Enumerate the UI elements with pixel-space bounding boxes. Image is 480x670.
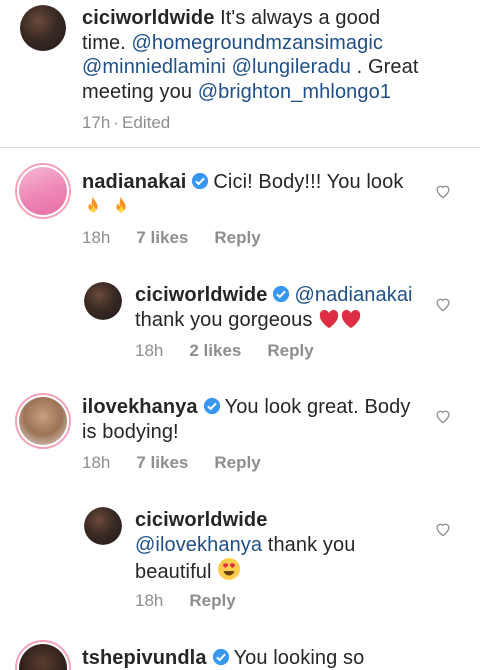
avatar[interactable] <box>84 282 122 320</box>
comment-username[interactable]: tshepivundla <box>82 647 207 669</box>
timestamp: 18h <box>135 591 164 610</box>
comment-text: ciciworldwide @nadianakai thank you gorge… <box>135 283 425 335</box>
mention-link[interactable]: @brighton_mhlongo1 <box>198 81 391 103</box>
comment-meta: 18h 7 likes Reply <box>82 453 287 473</box>
post-caption: ciciworldwide It's always a good time. @… <box>0 0 480 147</box>
comment-meta: 18h 7 likes Reply <box>82 228 287 248</box>
avatar[interactable] <box>15 640 71 670</box>
red-heart-emoji-icon <box>318 309 340 336</box>
mention-link[interactable]: @minniedlamini <box>82 56 226 78</box>
likes-count[interactable]: 2 likes <box>189 341 241 360</box>
caption-meta: 17h · Edited <box>82 113 196 133</box>
like-heart-icon[interactable] <box>434 296 452 312</box>
likes-count[interactable]: 7 likes <box>136 453 188 472</box>
fire-emoji-icon <box>82 195 104 224</box>
avatar[interactable] <box>20 5 66 51</box>
timestamp: 18h <box>135 341 164 360</box>
red-heart-emoji-icon <box>340 309 362 336</box>
timestamp: 17h <box>82 113 111 132</box>
avatar-image <box>84 507 122 545</box>
timestamp: 18h <box>82 453 111 472</box>
comment-reply: ciciworldwide @ilovekhanya thank you bea… <box>0 505 480 615</box>
comment-username[interactable]: ciciworldwide <box>135 284 267 306</box>
reply-button[interactable]: Reply <box>214 228 260 247</box>
reply-button[interactable]: Reply <box>189 591 235 610</box>
avatar-image <box>19 644 67 670</box>
comment: nadianakai Cici! Body!!! You look 18h 7 li… <box>0 148 480 258</box>
comment-username[interactable]: ciciworldwide <box>135 509 267 531</box>
verified-badge-icon <box>192 172 209 190</box>
comment-username[interactable]: nadianakai <box>82 171 186 193</box>
comment-reply: ciciworldwide @nadianakai thank you gorge… <box>0 280 480 380</box>
timestamp: 18h <box>82 228 111 247</box>
heart-eyes-emoji-icon <box>217 557 241 588</box>
comment-username[interactable]: ilovekhanya <box>82 396 198 418</box>
avatar-image <box>19 167 67 215</box>
like-heart-icon[interactable] <box>434 408 452 424</box>
likes-count[interactable]: 7 likes <box>136 228 188 247</box>
comment-text: ciciworldwide @ilovekhanya thank you bea… <box>135 508 425 588</box>
caption-username[interactable]: ciciworldwide <box>82 7 214 29</box>
like-heart-icon[interactable] <box>434 183 452 199</box>
mention-link[interactable]: @nadianakai <box>294 284 412 306</box>
comment-body: thank you gorgeous <box>135 308 313 331</box>
comment-text: ilovekhanya You look great. Body is bodyi… <box>82 395 422 444</box>
comment-text: nadianakai Cici! Body!!! You look <box>82 170 422 223</box>
comment-body: You looking so <box>233 647 365 669</box>
mention-link[interactable]: @ilovekhanya <box>135 534 262 556</box>
avatar[interactable] <box>84 507 122 545</box>
avatar[interactable] <box>15 393 71 449</box>
comment: ilovekhanya You look great. Body is bodyi… <box>0 385 480 485</box>
verified-badge-icon <box>203 397 220 415</box>
comment: tshepivundla You looking so <box>0 640 480 670</box>
like-heart-icon[interactable] <box>434 521 452 537</box>
avatar[interactable] <box>15 163 71 219</box>
comment-meta: 18h 2 likes Reply <box>135 341 340 361</box>
caption-text: ciciworldwide It's always a good time. @… <box>82 6 422 104</box>
reply-button[interactable]: Reply <box>267 341 313 360</box>
comment-meta: 18h Reply <box>135 591 262 611</box>
avatar-image <box>20 5 66 51</box>
verified-badge-icon <box>273 285 290 303</box>
comment-text: tshepivundla You looking so <box>82 646 442 670</box>
comment-body: Cici! Body!!! You look <box>213 171 404 193</box>
mention-link[interactable]: @lungileradu <box>232 56 351 78</box>
fire-emoji-icon <box>110 195 132 224</box>
reply-button[interactable]: Reply <box>214 453 260 472</box>
verified-badge-icon <box>212 648 229 666</box>
mention-link[interactable]: @homegroundmzansimagic <box>132 32 384 54</box>
avatar-image <box>19 397 67 445</box>
separator: · <box>113 113 120 132</box>
edited-label: Edited <box>122 113 171 132</box>
avatar-image <box>84 282 122 320</box>
